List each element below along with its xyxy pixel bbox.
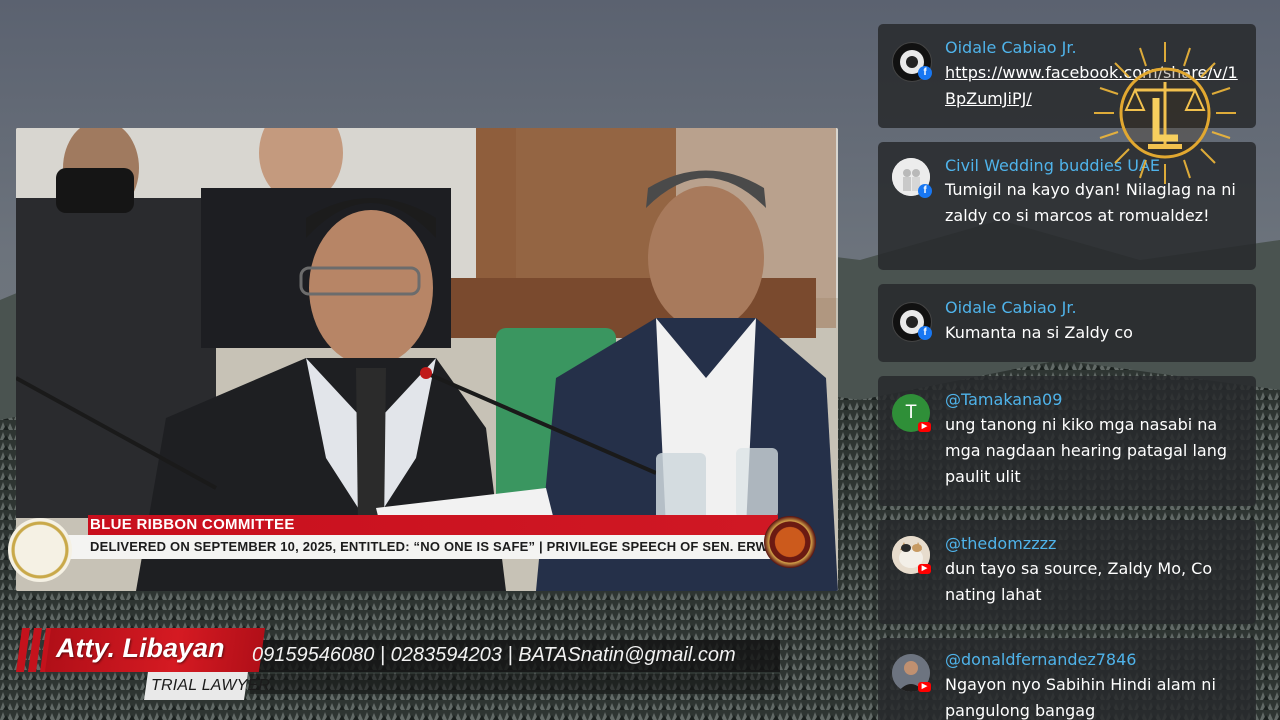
host-contact: 09159546080 | 0283594203 | BATASnatin@gm… <box>252 644 736 666</box>
chat-message: f Oidale Cabiao Jr. Kumanta na si Zaldy … <box>878 284 1256 362</box>
host-subtitle: TRIAL LAWYER <box>151 677 271 694</box>
chat-message: ▶ @donaldfernandez7846 Ngayon nyo Sabihi… <box>878 638 1256 720</box>
chat-text: dun tayo sa source, Zaldy Mo, Co nating … <box>945 559 1213 604</box>
banner-title: BLUE RIBBON COMMITTEE <box>90 516 295 533</box>
banner-ticker-text: DELIVERED ON SEPTEMBER 10, 2025, ENTITLE… <box>90 539 778 554</box>
chat-text: ung tanong ni kiko mga nasabi na mga nag… <box>945 415 1227 486</box>
chat-author: @donaldfernandez7846 <box>945 650 1137 669</box>
chat-message: ▶ @thedomzzzz dun tayo sa source, Zaldy … <box>878 520 1256 624</box>
facebook-icon: f <box>918 184 932 198</box>
youtube-icon: ▶ <box>918 564 931 574</box>
chat-text: Ngayon nyo Sabihin Hindi alam ni pangulo… <box>945 675 1216 720</box>
chat-author: Oidale Cabiao Jr. <box>945 298 1077 317</box>
youtube-icon: ▶ <box>918 422 931 432</box>
chat-author: @thedomzzzz <box>945 534 1057 553</box>
senate-seal-icon <box>8 518 72 582</box>
host-name: Atty. Libayan <box>56 633 225 663</box>
chat-message: T ▶ @Tamakana09 ung tanong ni kiko mga n… <box>878 376 1256 506</box>
facebook-icon: f <box>918 66 932 80</box>
youtube-icon: ▶ <box>918 682 931 692</box>
scales-of-justice-logo-icon <box>1094 42 1236 184</box>
chat-author: @Tamakana09 <box>945 390 1063 409</box>
video-feed: BLUE RIBBON COMMITTEE DELIVERED ON SEPTE… <box>16 128 838 591</box>
subtitle-line <box>250 674 780 694</box>
chat-text: Kumanta na si Zaldy co <box>945 323 1133 342</box>
facebook-icon: f <box>918 326 932 340</box>
committee-seal-icon <box>764 516 816 568</box>
news-banner: BLUE RIBBON COMMITTEE DELIVERED ON SEPTE… <box>16 515 838 591</box>
lower-third-nameplate: Atty. Libayan 09159546080 | 0283594203 |… <box>14 626 784 706</box>
banner-ticker-bar: DELIVERED ON SEPTEMBER 10, 2025, ENTITLE… <box>32 535 778 559</box>
chat-author: Oidale Cabiao Jr. <box>945 38 1077 57</box>
